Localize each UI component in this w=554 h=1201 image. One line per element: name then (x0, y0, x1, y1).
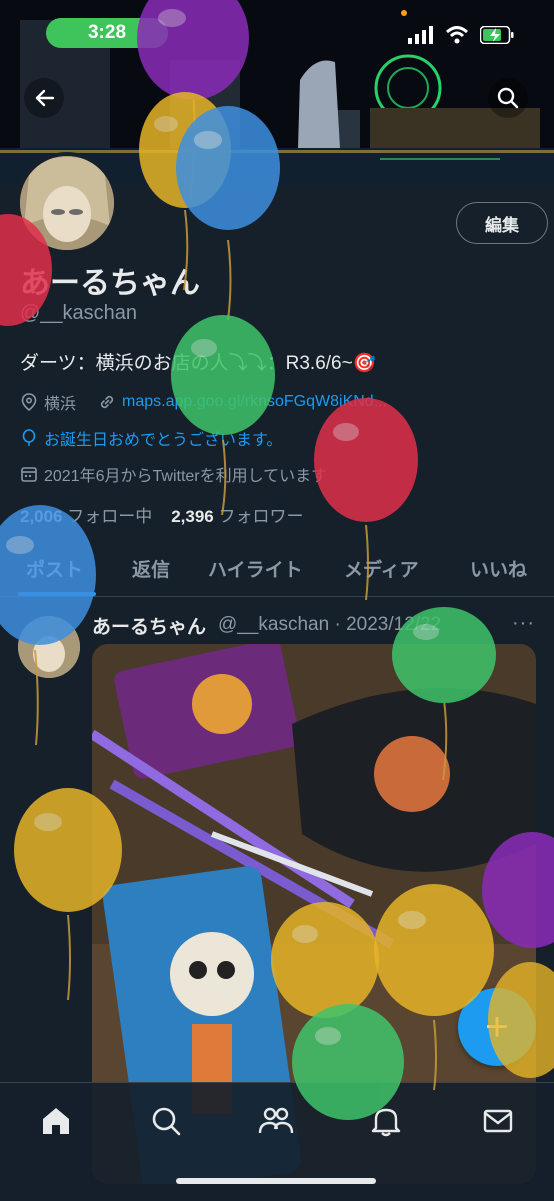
following-link[interactable]: 2,006 フォロー中 (20, 507, 157, 526)
tab-replies[interactable]: 返信 (132, 555, 170, 582)
post-author-name[interactable]: あーるちゃん (92, 612, 206, 639)
compose-post-button[interactable]: + (458, 988, 536, 1066)
calendar-icon (21, 467, 37, 482)
link-icon (100, 395, 114, 409)
active-tab-indicator (18, 592, 96, 596)
nav-notifications[interactable] (366, 1101, 406, 1141)
tab-media[interactable]: メディア (344, 555, 419, 582)
follow-stats: 2,006 フォロー中 2,396 フォロワー (20, 502, 303, 527)
joined-date: 2021年6月からTwitterを利用しています (44, 468, 328, 485)
balloon-icon (22, 429, 36, 446)
birthday-message[interactable]: お誕生日おめでとうございます。 (44, 426, 282, 450)
edit-profile-button[interactable]: 編集 (456, 202, 548, 244)
profile-tabs: ポスト 返信 ハイライト メディア いいね (0, 538, 554, 597)
tab-highlights[interactable]: ハイライト (208, 555, 303, 582)
profile-meta-row: 横浜 maps.app.goo.gl/rknsoFGqW8iKNd... (20, 390, 387, 414)
profile-bio: ダーツ：横浜のお店の人⤵︎⤵︎：R3.6/6~🎯 (20, 353, 377, 374)
location-pin-icon (21, 393, 37, 411)
avatar-image (18, 616, 80, 678)
following-label: フォロー中 (67, 507, 153, 526)
joined-row: 2021年6月からTwitterを利用しています (20, 462, 327, 486)
profile-location: 横浜 (44, 396, 77, 413)
following-count: 2,006 (20, 507, 63, 526)
nav-home[interactable] (36, 1101, 76, 1141)
tab-posts[interactable]: ポスト (26, 555, 83, 582)
signal-icon (408, 26, 433, 44)
status-time[interactable]: 3:28 (46, 18, 168, 48)
status-bar: 3:28 (0, 0, 554, 64)
avatar-image (20, 156, 114, 250)
nav-communities[interactable] (256, 1101, 296, 1141)
arrow-left-icon (35, 89, 55, 107)
followers-link[interactable]: 2,396 フォロワー (171, 507, 303, 526)
nav-messages[interactable] (478, 1101, 518, 1141)
post-date[interactable]: · 2023/12/22 (334, 614, 441, 635)
home-indicator (176, 1178, 376, 1184)
profile-avatar[interactable] (16, 152, 118, 254)
post-meta: @__kaschan · 2023/12/22 (218, 614, 441, 636)
search-icon (152, 1107, 181, 1136)
post-author-avatar[interactable] (18, 616, 80, 678)
profile-handle: @__kaschan (20, 302, 138, 324)
camera-indicator-dot (401, 10, 407, 16)
home-icon (43, 1108, 69, 1134)
bell-icon (371, 1108, 401, 1137)
communities-icon (258, 1107, 294, 1134)
followers-count: 2,396 (171, 507, 214, 526)
search-icon (497, 87, 519, 109)
tab-likes[interactable]: いいね (470, 555, 527, 582)
status-icons (408, 26, 514, 44)
followers-label: フォロワー (218, 507, 304, 526)
profile-name: あーるちゃん (20, 267, 200, 300)
wifi-icon (446, 26, 468, 44)
mail-icon (483, 1109, 513, 1133)
post-author-handle[interactable]: @__kaschan (218, 614, 329, 635)
profile-link[interactable]: maps.app.goo.gl/rknsoFGqW8iKNd... (122, 393, 387, 411)
back-button[interactable] (24, 78, 64, 118)
nav-search[interactable] (146, 1101, 186, 1141)
battery-charging-icon (480, 26, 514, 44)
post-more-button[interactable]: ··· (512, 612, 535, 635)
birthday-row: お誕生日おめでとうございます。 (20, 426, 282, 450)
search-button[interactable] (488, 78, 528, 118)
